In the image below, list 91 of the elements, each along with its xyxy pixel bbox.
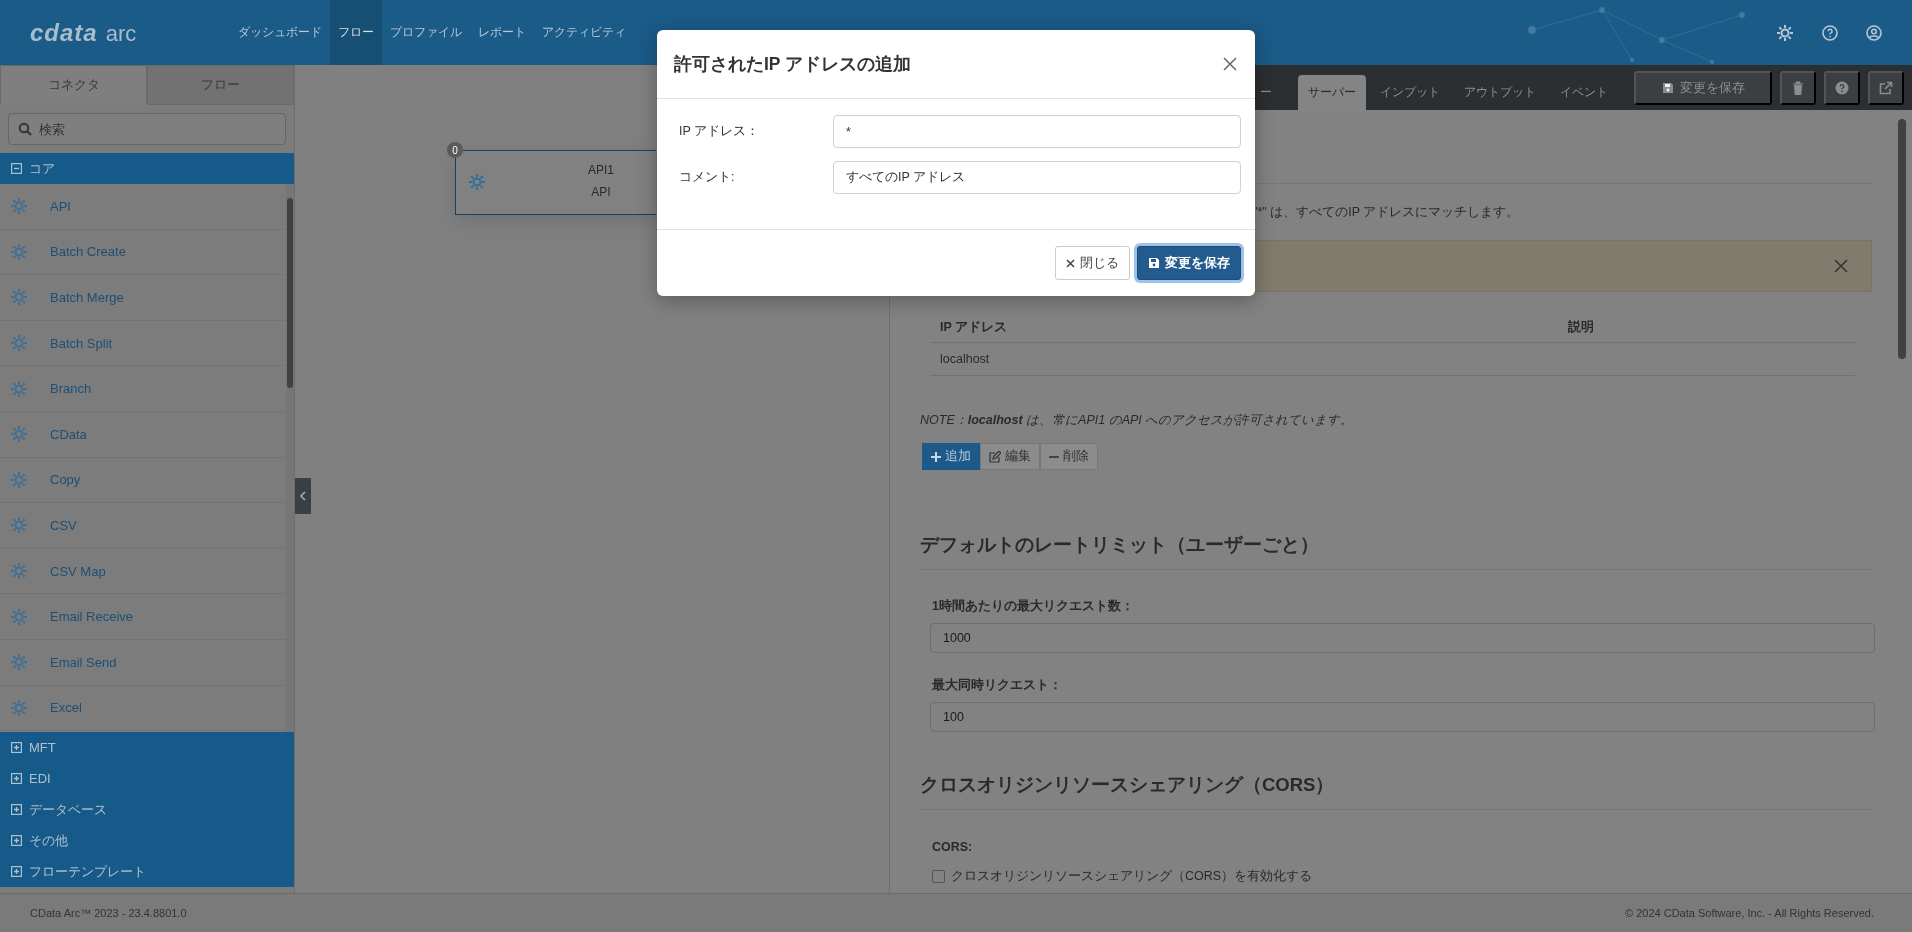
panel-tab[interactable]: サーバー — [1298, 75, 1366, 110]
nav-tab[interactable]: レポート — [470, 0, 534, 65]
category-label: MFT — [29, 740, 56, 755]
search-field[interactable]: 検索 — [8, 113, 286, 145]
open-external-button[interactable] — [1868, 70, 1904, 105]
help-button[interactable] — [1824, 70, 1860, 105]
panel-tab[interactable]: イベント — [1550, 75, 1618, 110]
category-label: その他 — [29, 831, 68, 850]
column-header: 説明 — [1557, 312, 1855, 343]
node-type: API — [590, 185, 612, 199]
category-header[interactable]: コア — [0, 153, 294, 184]
expand-icon — [11, 835, 22, 846]
floppy-icon — [1148, 257, 1160, 269]
close-icon — [1066, 258, 1075, 268]
field-label: コメント: — [679, 169, 736, 186]
category-label: フローテンプレート — [29, 862, 146, 881]
node-title: API1 — [587, 163, 615, 177]
close-icon — [1223, 57, 1237, 71]
version-text: CData Arc™ 2023 - 23.4.8801.0 — [30, 907, 187, 919]
table-cell: localhost — [930, 342, 1558, 376]
nav-tab[interactable]: プロファイル — [382, 0, 470, 65]
close-button[interactable]: 閉じる — [1055, 246, 1130, 280]
logo-product: arc — [105, 20, 137, 47]
gear-icon[interactable] — [1776, 23, 1794, 42]
connector-label: Branch — [50, 381, 92, 397]
scrollbar[interactable] — [286, 184, 294, 732]
field-label: CORS: — [932, 840, 974, 854]
copyright-text: © 2024 CData Software, Inc. - All Rights Reserved. — [1625, 907, 1874, 919]
collapse-icon — [11, 163, 22, 174]
external-link-icon — [1879, 80, 1893, 95]
help-icon — [1835, 80, 1849, 95]
connector-label: API — [50, 198, 71, 214]
category-header[interactable]: その他 — [0, 825, 294, 856]
close-icon[interactable] — [1833, 258, 1849, 274]
category-label: EDI — [29, 771, 51, 786]
expand-icon — [11, 866, 22, 877]
panel-tab[interactable]: ー — [1258, 75, 1294, 110]
node-badge: 0 — [447, 142, 463, 158]
connector-label: Email Send — [50, 654, 117, 670]
category-header[interactable]: MFT — [0, 732, 294, 763]
column-header: IP アドレス — [930, 312, 1558, 343]
plus-icon — [931, 451, 941, 462]
add-button[interactable]: 追加 — [922, 443, 980, 470]
field-label: 最大同時リクエスト： — [932, 677, 1063, 694]
trash-icon — [1792, 80, 1804, 95]
section-heading: クロスオリジンリソースシェアリング（CORS） — [920, 773, 1336, 797]
connector-label: Batch Merge — [50, 290, 124, 305]
chevron-left-icon — [299, 491, 307, 501]
floppy-icon — [1661, 81, 1674, 94]
category-header[interactable]: フローテンプレート — [0, 856, 294, 887]
connector-label: CSV — [50, 517, 77, 533]
input-field[interactable]: すべてのIP アドレス — [833, 161, 1241, 194]
help-icon[interactable] — [1822, 24, 1838, 41]
checkbox[interactable] — [932, 870, 945, 883]
category-label: コア — [29, 159, 55, 178]
connector-label: CData — [50, 426, 87, 442]
expand-icon — [11, 804, 22, 815]
connector-label: Batch Create — [50, 244, 126, 260]
scrollbar[interactable] — [1898, 119, 1906, 359]
user-icon[interactable] — [1866, 24, 1882, 41]
collapse-handle[interactable] — [295, 478, 311, 514]
expand-icon — [11, 773, 22, 784]
field-label: IP アドレス： — [679, 123, 761, 140]
nav-tab[interactable]: フロー — [330, 0, 382, 65]
checkbox-label: クロスオリジンリソースシェアリング（CORS）を有効化する — [951, 868, 1313, 885]
save-button[interactable]: 変更を保存 — [1137, 246, 1241, 280]
connector-label: Email Receive — [50, 609, 134, 625]
panel-tab[interactable]: インプット — [1370, 75, 1450, 110]
edit-icon — [989, 450, 1001, 463]
note-text: NOTE：localhost は、常にAPI1 のAPI へのアクセスが許可されています。 — [920, 412, 1355, 429]
input-field[interactable]: 100 — [930, 702, 1875, 732]
connector-label: Batch Split — [50, 335, 113, 351]
category-label: データベース — [29, 800, 107, 819]
input-field[interactable]: 1000 — [930, 623, 1875, 653]
category-header[interactable]: EDI — [0, 763, 294, 794]
connector-label: CSV Map — [50, 563, 106, 579]
sidebar-tab[interactable]: コネクタ — [0, 65, 147, 105]
logo-brand: cdata — [30, 18, 98, 47]
section-heading: デフォルトのレートリミット（ユーザーごと） — [920, 533, 1320, 557]
dialog-title: 許可されたIP アドレスの追加 — [674, 53, 912, 76]
delete-button[interactable] — [1780, 70, 1816, 105]
nav-tab[interactable]: ダッシュボード — [230, 0, 330, 65]
category-header[interactable]: データベース — [0, 794, 294, 825]
expand-icon — [11, 742, 22, 753]
field-label: 1時間あたりの最大リクエスト数： — [932, 598, 1135, 615]
input-field[interactable]: * — [833, 115, 1241, 148]
save-button[interactable]: 変更を保存 — [1634, 70, 1772, 105]
connector-label: Copy — [50, 472, 81, 488]
nav-tab[interactable]: アクティビティ — [534, 0, 634, 65]
connector-label: Excel — [50, 700, 82, 716]
panel-tab[interactable]: アウトプット — [1454, 75, 1546, 110]
